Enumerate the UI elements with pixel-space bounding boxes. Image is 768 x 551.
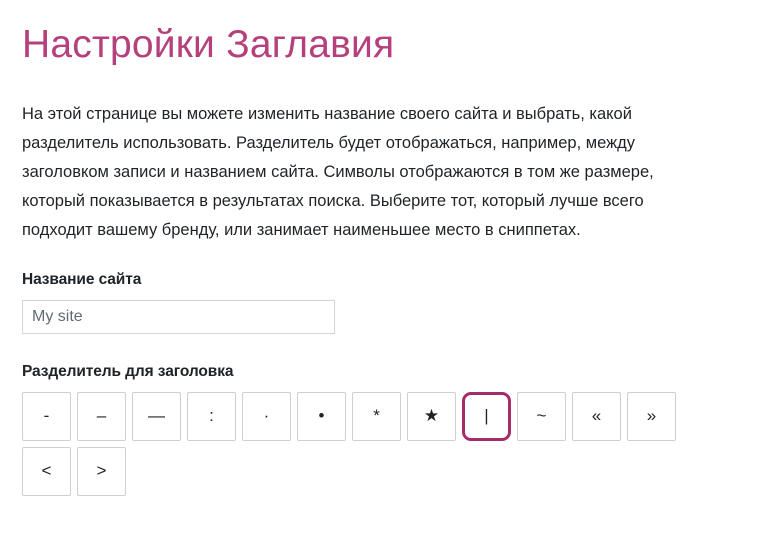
page-title: Настройки Заглавия xyxy=(22,23,395,66)
separator-option-middle-dot[interactable]: · xyxy=(242,391,291,441)
separator-option-left-double-angle-quote[interactable]: « xyxy=(572,391,621,441)
separator-label: Разделитель для заголовка xyxy=(22,362,234,380)
separator-glyph-pipe: | xyxy=(484,405,489,425)
separator-option-pipe[interactable]: | xyxy=(462,391,511,441)
site-title-input[interactable] xyxy=(22,299,335,334)
separator-option-less-than[interactable]: < xyxy=(22,446,71,496)
separator-glyph-asterisk: * xyxy=(373,405,380,425)
separator-option-em-dash[interactable]: — xyxy=(132,391,181,441)
separator-option-colon[interactable]: : xyxy=(187,391,236,441)
separator-option-hyphen[interactable]: - xyxy=(22,391,71,441)
separator-option-right-double-angle-quote[interactable]: » xyxy=(627,391,676,441)
separator-glyph-em-dash: — xyxy=(148,405,165,425)
separator-glyph-hyphen: - xyxy=(43,405,50,425)
separator-glyph-left-double-angle-quote: « xyxy=(591,405,602,425)
separator-option-en-dash[interactable]: – xyxy=(77,391,126,441)
separator-glyph-less-than: < xyxy=(41,460,52,480)
separator-option-star[interactable]: ★ xyxy=(407,391,456,441)
separator-glyph-bullet: • xyxy=(318,405,325,425)
site-title-label: Название сайта xyxy=(22,270,142,288)
separator-glyph-en-dash: – xyxy=(96,405,107,425)
separator-glyph-middle-dot: · xyxy=(263,405,270,425)
separator-glyph-right-double-angle-quote: » xyxy=(646,405,657,425)
separator-glyph-star: ★ xyxy=(423,405,440,425)
title-settings-page: Настройки Заглавия На этой странице вы м… xyxy=(0,0,768,551)
separator-glyph-greater-than: > xyxy=(96,460,107,480)
separator-glyph-tilde: ~ xyxy=(536,405,547,425)
page-description: На этой странице вы можете изменить назв… xyxy=(22,104,654,239)
separator-option-asterisk[interactable]: * xyxy=(352,391,401,441)
separator-option-bullet[interactable]: • xyxy=(297,391,346,441)
separator-option-greater-than[interactable]: > xyxy=(77,446,126,496)
separator-option-tilde[interactable]: ~ xyxy=(517,391,566,441)
separator-glyph-colon: : xyxy=(209,405,214,425)
separator-options-grid: - – —: · • * ★ | ~ « » < > xyxy=(22,391,722,496)
